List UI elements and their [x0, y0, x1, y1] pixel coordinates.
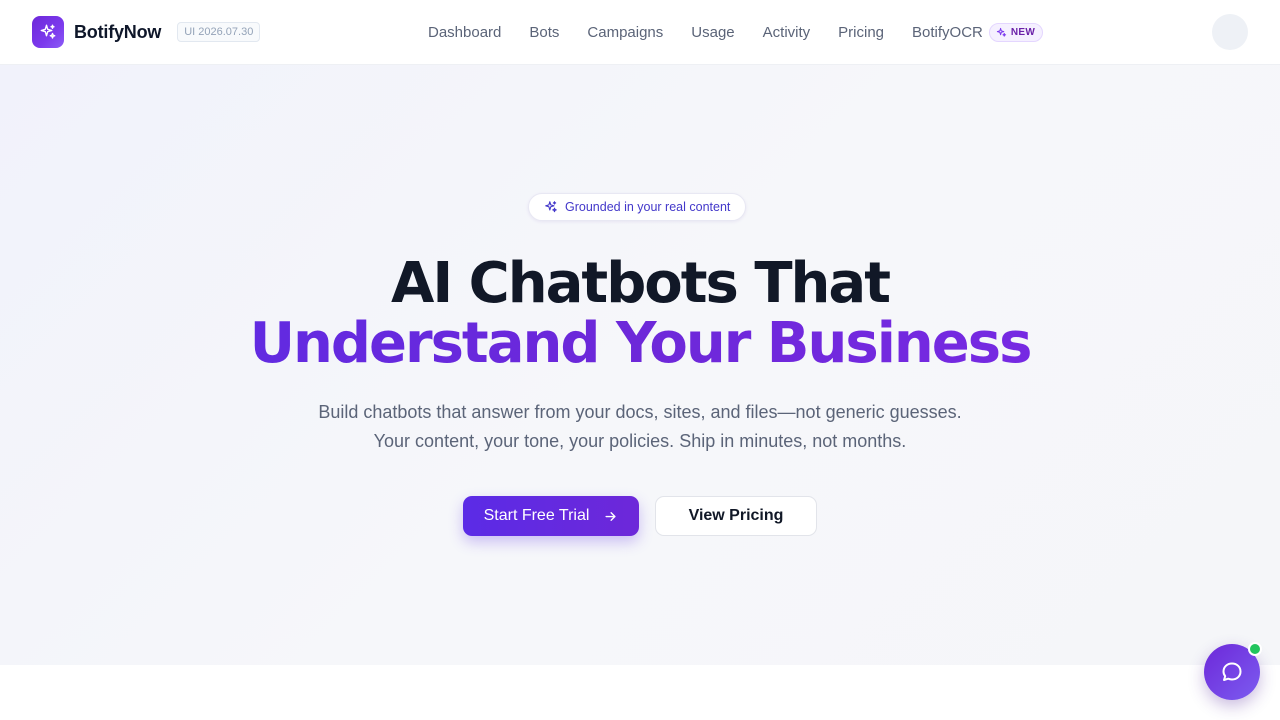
- view-pricing-button[interactable]: View Pricing: [655, 496, 817, 536]
- brand[interactable]: BotifyNow UI 2026.07.30: [32, 16, 261, 48]
- sparkle-icon: [545, 201, 557, 213]
- hero-headline: AI Chatbots That: [391, 251, 891, 316]
- nav-item-usage[interactable]: Usage: [691, 24, 734, 41]
- main-nav: Dashboard Bots Campaigns Usage Activity …: [428, 0, 1044, 64]
- new-badge: NEW: [988, 22, 1044, 42]
- arrow-right-icon: [605, 511, 616, 521]
- new-badge-label: NEW: [1010, 26, 1036, 38]
- version-badge: UI 2026.07.30: [177, 22, 261, 42]
- nav-item-campaigns[interactable]: Campaigns: [587, 24, 663, 41]
- online-status-dot: [1248, 642, 1262, 656]
- hero-subtitle: Build chatbots that answer from your doc…: [318, 402, 962, 451]
- start-free-trial-button[interactable]: Start Free Trial: [463, 496, 639, 536]
- nav-item-botifyocr[interactable]: BotifyOCR: [912, 24, 983, 41]
- sparkle-icon: [40, 24, 56, 39]
- pill-text: Grounded in your real content: [565, 200, 731, 214]
- chat-bubble-icon: [1222, 662, 1242, 681]
- nav-item-bots[interactable]: Bots: [529, 24, 559, 41]
- nav-item-activity[interactable]: Activity: [763, 24, 811, 41]
- sparkle-icon: [996, 27, 1007, 37]
- hero-section: Grounded in your real content AI Chatbot…: [0, 65, 1280, 665]
- brand-name: BotifyNow: [74, 21, 162, 42]
- hero-headline-accent: Understand Your Business: [0, 311, 1280, 377]
- user-avatar[interactable]: [1212, 14, 1248, 50]
- nav-item-pricing[interactable]: Pricing: [838, 24, 884, 41]
- brand-logo: [32, 16, 64, 48]
- start-free-trial-label: Start Free Trial: [483, 507, 590, 524]
- grounded-pill: Grounded in your real content: [528, 193, 747, 221]
- nav-item-dashboard[interactable]: Dashboard: [428, 24, 501, 41]
- top-navbar: BotifyNow UI 2026.07.30 Dashboard Bots C…: [0, 0, 1280, 65]
